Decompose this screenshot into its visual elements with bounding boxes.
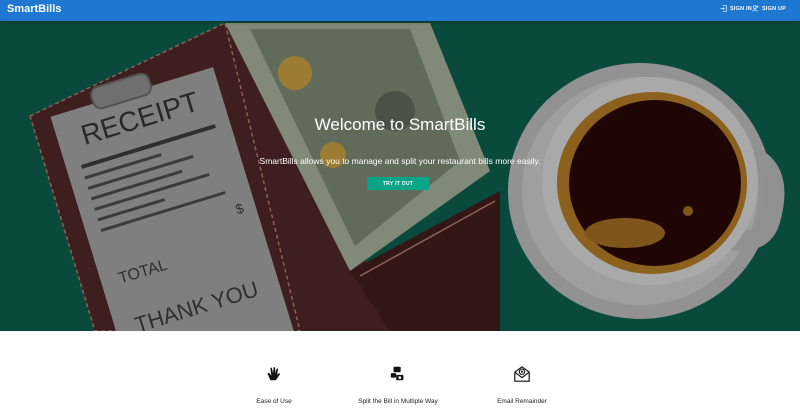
try-it-out-button[interactable]: TRY IT OUT [367,177,429,190]
hand-wave-icon [267,367,280,381]
login-icon [720,5,727,12]
sign-in-button[interactable]: SIGN IN [720,5,752,12]
top-app-bar: SmartBills SIGN IN SIGN UP [0,0,800,21]
person-add-icon [752,5,759,12]
feature-label: Email Remainder [497,398,547,405]
feature-email-reminder: Email Remainder [452,365,592,405]
hero-banner: RECEIPT $ TOTAL THANK YOU Welcome to Sma… [0,21,800,331]
features-section: Ease of Use Split the Bill in Multiple W… [0,331,800,412]
hero-title: Welcome to SmartBills [314,115,486,134]
feature-label: Ease of Use [256,398,292,405]
app-title[interactable]: SmartBills [7,3,61,15]
hero-subtitle: SmartBills allows you to manage and spli… [259,156,541,166]
sign-up-label: SIGN UP [762,5,787,12]
feature-ease-of-use: Ease of Use [204,365,344,405]
feature-label: Split the Bill in Multiple Way [358,398,438,405]
sign-up-button[interactable]: SIGN UP [752,5,786,12]
email-at-icon [514,366,530,382]
hero-overlay [0,21,800,331]
feature-split-bill: Split the Bill in Multiple Way [328,365,468,405]
sign-in-label: SIGN IN [730,5,752,12]
split-bill-icon [390,366,404,381]
